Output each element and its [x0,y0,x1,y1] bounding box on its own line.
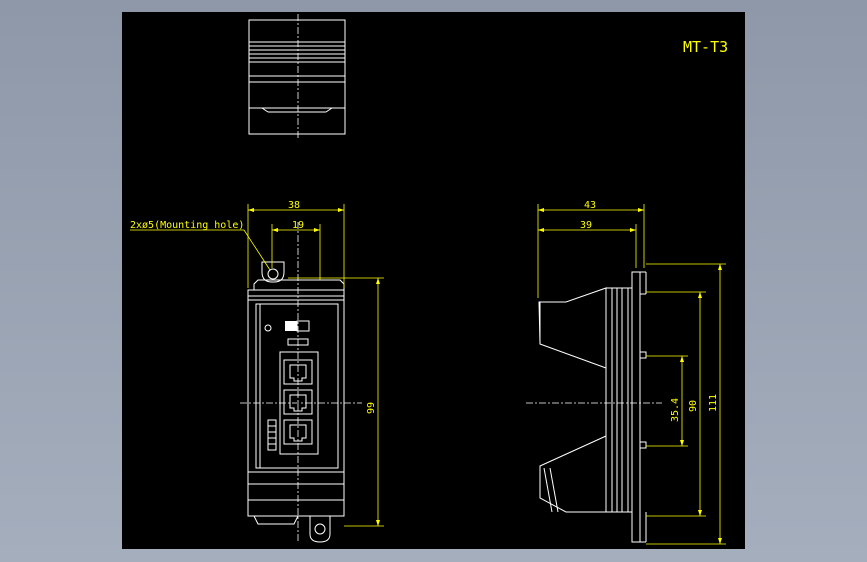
mounting-hole-note: 2xø5(Mounting hole) [130,220,244,231]
dim-depth-body-label: 39 [580,220,592,231]
side-back-plate [631,271,641,543]
cad-canvas[interactable]: MT-T3 38 19 2xø5(Mounting hole) 99 43 39… [122,12,745,549]
side-view [526,271,662,543]
side-housing-outline [538,287,607,513]
dim-half-width-label: 19 [292,220,304,231]
drawing-svg: MT-T3 38 19 2xø5(Mounting hole) 99 43 39… [130,14,728,545]
bottom-mounting-tab [309,516,331,543]
dim-rail-label: 35.4 [670,398,681,422]
bottom-mounting-hole [314,523,326,535]
config-dip-switch [267,419,277,451]
top-mounting-hole [267,268,279,280]
power-led-icon [264,324,272,332]
top-view [248,14,346,138]
drawing-title: MT-T3 [683,38,728,56]
dim-width-label: 38 [288,200,300,211]
top-view-outline [248,19,346,135]
dip-switch-icon [285,321,297,331]
front-dimensions: 38 19 2xø5(Mounting hole) 99 [130,200,384,527]
dim-overall-height-label: 111 [708,394,719,412]
dim-depth-total-label: 43 [584,200,596,211]
dim-height-label: 90 [688,400,699,412]
dim-body-height-label: 99 [366,402,377,414]
